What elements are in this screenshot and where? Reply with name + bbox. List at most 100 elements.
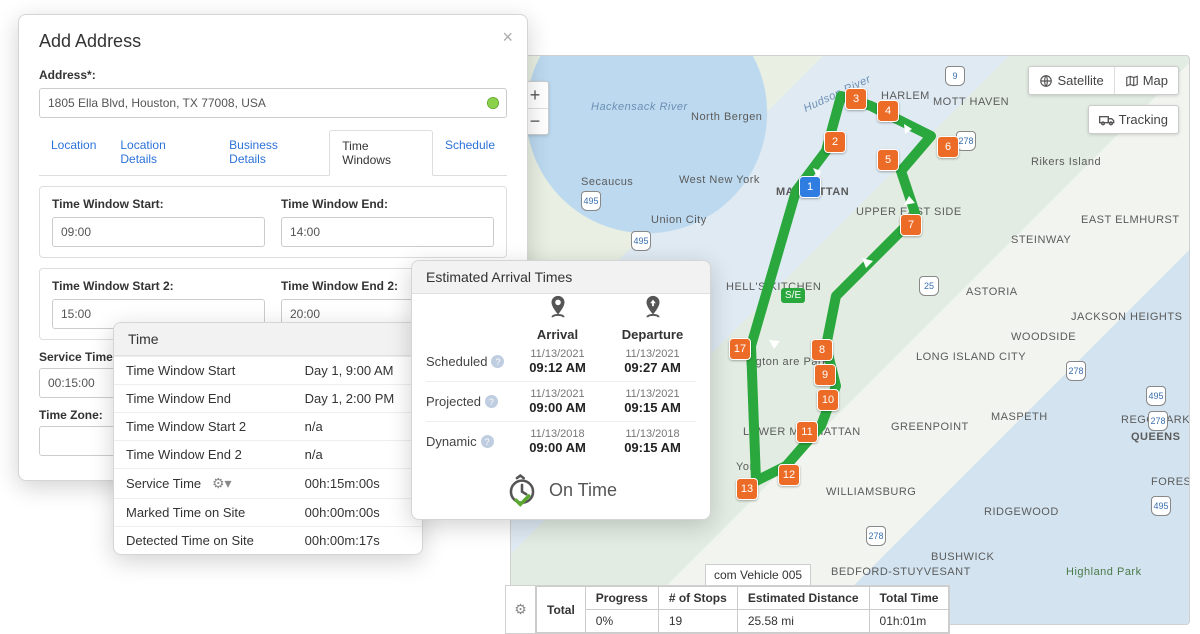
- route-shield: 25: [919, 276, 939, 296]
- satellite-button[interactable]: Satellite: [1029, 67, 1113, 94]
- stop-marker-6[interactable]: 6: [937, 136, 959, 158]
- row-value: Day 1, 9:00 AM: [293, 357, 422, 385]
- col-progress: Progress: [585, 587, 658, 610]
- projected-row: Projected?: [426, 384, 506, 419]
- vehicle-name: com Vehicle 005: [705, 564, 811, 586]
- row-label: Time Window Start: [114, 357, 293, 385]
- map-label: HELL'S KITCHEN: [726, 281, 821, 293]
- close-icon[interactable]: ×: [502, 27, 513, 48]
- globe-icon: [1039, 74, 1053, 88]
- tw1-start-label: Time Window Start:: [52, 197, 265, 211]
- map-label: EAST ELMHURST: [1081, 214, 1180, 226]
- eta-card: Estimated Arrival Times Arrival Departur…: [411, 260, 711, 520]
- stop-marker-11[interactable]: 11: [796, 421, 818, 443]
- time-card-title: Time: [114, 323, 422, 356]
- stop-marker-10[interactable]: 10: [817, 389, 839, 411]
- map-label: BUSHWICK: [931, 551, 994, 563]
- eta-cell: 11/13/201809:00 AM: [514, 424, 601, 459]
- stop-marker-8[interactable]: 8: [811, 339, 833, 361]
- stop-marker-7[interactable]: 7: [900, 214, 922, 236]
- stop-marker-3[interactable]: 3: [845, 88, 867, 110]
- map-button[interactable]: Map: [1114, 67, 1178, 94]
- route-shield: 278: [866, 526, 886, 546]
- map-label: Map: [1143, 73, 1168, 88]
- stop-marker-9[interactable]: 9: [814, 364, 836, 386]
- val-distance: 25.58 mi: [737, 610, 869, 633]
- map-label: QUEENS: [1131, 431, 1180, 443]
- tab-schedule[interactable]: Schedule: [433, 130, 507, 175]
- tw1-end-input[interactable]: [281, 217, 494, 247]
- time-card: Time Time Window StartDay 1, 9:00 AM Tim…: [113, 322, 423, 555]
- satellite-label: Satellite: [1057, 73, 1103, 88]
- col-time: Total Time: [869, 587, 949, 610]
- map-label: FOREST: [1151, 476, 1190, 488]
- eta-cell: 11/13/202109:12 AM: [514, 344, 601, 379]
- tw1-end-label: Time Window End:: [281, 197, 494, 211]
- val-time: 01h:01m: [869, 610, 949, 633]
- route-shield: 495: [631, 231, 651, 251]
- tracking-button[interactable]: Tracking: [1089, 106, 1178, 133]
- eta-cell: 11/13/201809:15 AM: [609, 424, 696, 459]
- scheduled-row: Scheduled?: [426, 344, 506, 379]
- route-summary-table: ⚙ Total Progress # of Stops Estimated Di…: [505, 585, 950, 634]
- row-value: 00h:00m:00s: [293, 499, 422, 527]
- route-shield: 495: [1146, 386, 1166, 406]
- row-value: 00h:00m:17s: [293, 527, 422, 555]
- map-label: ASTORIA: [966, 286, 1018, 298]
- stop-marker-2[interactable]: 2: [824, 131, 846, 153]
- route-shield: 278: [956, 131, 976, 151]
- val-stops: 19: [658, 610, 737, 633]
- stop-marker-17[interactable]: 17: [729, 338, 751, 360]
- map-label: Rikers Island: [1031, 156, 1101, 168]
- stop-marker-13[interactable]: 13: [736, 478, 758, 500]
- stop-marker-5[interactable]: 5: [877, 149, 899, 171]
- route-shield: 9: [945, 66, 965, 86]
- map-controls: Satellite Map Tracking: [1028, 66, 1179, 134]
- stop-marker-1[interactable]: 1: [799, 176, 821, 198]
- tab-location[interactable]: Location: [39, 130, 108, 175]
- help-icon[interactable]: ?: [485, 395, 498, 408]
- help-icon[interactable]: ?: [491, 355, 504, 368]
- route-shield: 495: [1151, 496, 1171, 516]
- start-end-marker[interactable]: S/E: [781, 288, 805, 303]
- map-label: Secaucus: [581, 176, 633, 188]
- col-distance: Estimated Distance: [737, 587, 869, 610]
- row-label: Detected Time on Site: [114, 527, 293, 555]
- map-label: GREENPOINT: [891, 421, 969, 433]
- tab-business-details[interactable]: Business Details: [217, 130, 329, 175]
- tw2-start-label: Time Window Start 2:: [52, 279, 265, 293]
- gear-icon[interactable]: ⚙▾: [212, 475, 232, 491]
- route-shield: 278: [1066, 361, 1086, 381]
- stop-marker-4[interactable]: 4: [877, 100, 899, 122]
- tab-time-windows[interactable]: Time Windows: [329, 130, 433, 176]
- map-label: BEDFORD-STUYVESANT: [831, 566, 971, 578]
- help-icon[interactable]: ?: [481, 435, 494, 448]
- row-label: Service Time ⚙▾: [114, 469, 293, 499]
- row-label: Time Window End: [114, 385, 293, 413]
- pin-up-icon: [640, 294, 666, 320]
- map-label: North Bergen: [691, 111, 762, 123]
- tw1-start-input[interactable]: [52, 217, 265, 247]
- route-shield: 495: [581, 191, 601, 211]
- route-shield: 278: [1148, 411, 1168, 431]
- tab-location-details[interactable]: Location Details: [108, 130, 217, 175]
- row-value: n/a: [293, 413, 422, 441]
- map-label: MASPETH: [991, 411, 1048, 423]
- map-label: York: [736, 461, 760, 473]
- map-label: JACKSON HEIGHTS: [1071, 311, 1182, 323]
- stop-marker-12[interactable]: 12: [778, 464, 800, 486]
- address-input[interactable]: [39, 88, 507, 118]
- address-label: Address*:: [39, 68, 507, 82]
- gear-icon[interactable]: ⚙: [514, 601, 527, 618]
- eta-cell: 11/13/202109:27 AM: [609, 344, 696, 379]
- row-value: n/a: [293, 441, 422, 469]
- row-value: 00h:15m:00s: [293, 469, 422, 499]
- dynamic-row: Dynamic?: [426, 424, 506, 459]
- map-label: Union City: [651, 214, 707, 226]
- arrival-column: Arrival: [514, 294, 601, 342]
- verified-dot-icon: [487, 97, 499, 109]
- map-label: STEINWAY: [1011, 234, 1071, 246]
- map-label: MOTT HAVEN: [933, 96, 1009, 108]
- map-label: Hackensack River: [591, 101, 688, 113]
- pin-down-icon: [545, 294, 571, 320]
